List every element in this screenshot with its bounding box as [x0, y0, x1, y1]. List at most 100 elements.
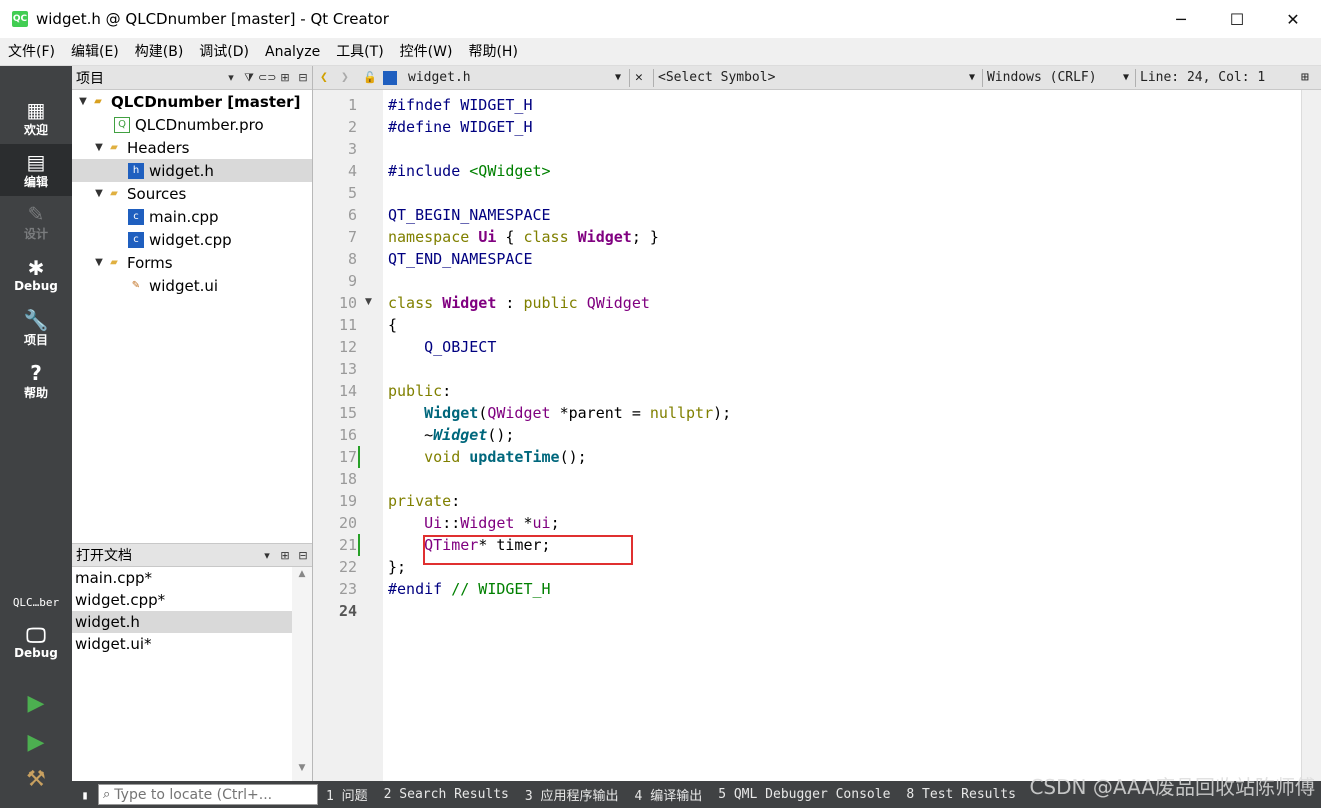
project-pane-header: 项目 ▾ ⧩ ⊂⊃ ⊞ ⊟ — [72, 66, 312, 90]
back-arrow-icon[interactable]: ❮ — [320, 66, 328, 90]
line-ending-dropdown-icon[interactable]: ▼ — [1123, 66, 1129, 90]
mode-projects[interactable]: 🔧 项目 — [0, 302, 72, 354]
close-pane-icon[interactable]: ⊟ — [294, 71, 312, 84]
menu-widgets[interactable]: 控件(W) — [392, 38, 461, 66]
close-document-icon[interactable]: ✕ — [635, 66, 643, 90]
chevron-down-icon[interactable]: ▼ — [76, 96, 90, 107]
maximize-button[interactable]: ☐ — [1209, 0, 1265, 38]
cursor-position[interactable]: Line: 24, Col: 1 — [1140, 66, 1265, 90]
line-ending-selector[interactable]: Windows (CRLF) — [987, 66, 1097, 90]
line-number: 19 — [338, 492, 357, 510]
tree-item-pro[interactable]: Q QLCDnumber.pro — [72, 113, 312, 136]
play-icon: ▶ — [27, 690, 45, 716]
split-icon[interactable]: ⊞ — [276, 71, 294, 84]
locator[interactable]: ⌕ — [98, 784, 318, 805]
close-button[interactable]: ✕ — [1265, 0, 1321, 38]
split-icon[interactable]: ⊞ — [276, 549, 294, 562]
chevron-down-icon[interactable]: ▼ — [92, 257, 106, 268]
mode-debug-label: Debug — [14, 279, 58, 293]
link-icon[interactable]: ⊂⊃ — [258, 71, 276, 84]
menu-build[interactable]: 构建(B) — [127, 38, 192, 66]
scroll-up-icon[interactable]: ▲ — [292, 569, 312, 585]
chevron-down-icon[interactable]: ▼ — [92, 188, 106, 199]
run-button[interactable]: ▶ — [24, 690, 48, 716]
editor-vertical-scrollbar[interactable] — [1301, 90, 1321, 781]
current-file-selector[interactable]: widget.h — [408, 66, 471, 90]
output-tab-issues[interactable]: 1 问题 — [318, 785, 376, 804]
line-number: 6 — [347, 206, 357, 224]
kit-selector[interactable]: 🖵 Debug — [0, 616, 72, 668]
line-number: 14 — [338, 382, 357, 400]
line-number: 20 — [338, 514, 357, 532]
tree-item-main-cpp[interactable]: c main.cpp — [72, 205, 312, 228]
mode-projects-label: 项目 — [23, 332, 48, 347]
menu-tools[interactable]: 工具(T) — [328, 38, 391, 66]
mode-help-label: 帮助 — [23, 385, 48, 400]
header-file-icon: h — [128, 162, 144, 179]
locator-input[interactable] — [114, 786, 305, 803]
folder-icon: ▰ — [110, 257, 118, 268]
tree-item-widget-h[interactable]: h widget.h — [72, 159, 312, 182]
fold-arrow-icon[interactable]: ▼ — [365, 297, 372, 307]
code-editor[interactable]: #ifndef WIDGET_H #define WIDGET_H #inclu… — [384, 90, 1301, 781]
dropdown-icon[interactable]: ▾ — [258, 549, 276, 562]
search-icon: ⌕ — [103, 787, 111, 802]
close-pane-icon[interactable]: ⊟ — [294, 549, 312, 562]
mode-edit[interactable]: ▤ 编辑 — [0, 144, 72, 196]
monitor-icon: 🖵 — [26, 623, 46, 647]
output-tab-application-output[interactable]: 3 应用程序输出 — [517, 785, 627, 804]
tree-folder-sources[interactable]: ▼ ▰ Sources — [72, 182, 312, 205]
chevron-down-icon[interactable]: ▼ — [92, 142, 106, 153]
open-doc-widget-ui[interactable]: widget.ui* — [72, 633, 292, 655]
menu-file[interactable]: 文件(F) — [0, 38, 63, 66]
menu-bar: 文件(F) 编辑(E) 构建(B) 调试(D) Analyze 工具(T) 控件… — [0, 38, 1321, 66]
dropdown-icon[interactable]: ▾ — [222, 71, 240, 84]
tree-item-widget-cpp[interactable]: c widget.cpp — [72, 228, 312, 251]
menu-analyze[interactable]: Analyze — [257, 38, 328, 66]
tree-folder-forms[interactable]: ▼ ▰ Forms — [72, 251, 312, 274]
target-project-label: QLC…ber — [12, 596, 60, 609]
tree-root[interactable]: ▼ ▰ QLCDnumber [master] — [72, 90, 312, 113]
toolbar-separator — [653, 69, 654, 87]
mode-welcome[interactable]: ▦ 欢迎 — [0, 92, 72, 144]
file-dropdown-icon[interactable]: ▼ — [615, 66, 621, 90]
project-pane-title[interactable]: 项目 — [76, 68, 222, 88]
open-doc-widget-h[interactable]: widget.h — [72, 611, 292, 633]
open-doc-main-cpp[interactable]: main.cpp* — [72, 567, 292, 589]
open-doc-widget-cpp[interactable]: widget.cpp* — [72, 589, 292, 611]
forward-arrow-icon[interactable]: ❯ — [341, 66, 349, 90]
project-folder-icon: ▰ — [94, 96, 102, 107]
code-line-2: #define WIDGET_H — [388, 118, 533, 136]
open-documents-scrollbar[interactable]: ▲ ▼ — [292, 567, 312, 781]
mode-design[interactable]: ✎ 设计 — [0, 196, 72, 248]
menu-edit[interactable]: 编辑(E) — [63, 38, 127, 66]
output-tab-search-results[interactable]: 2 Search Results — [376, 787, 517, 802]
symbol-dropdown-icon[interactable]: ▼ — [969, 66, 975, 90]
mode-debug[interactable]: ✱ Debug — [0, 249, 72, 301]
scroll-down-icon[interactable]: ▼ — [292, 763, 312, 779]
line-number: 10 — [338, 294, 357, 312]
output-tab-qml-debugger[interactable]: 5 QML Debugger Console — [710, 787, 898, 802]
code-line-20: Ui::Widget *ui; — [424, 514, 560, 532]
minimize-button[interactable]: ─ — [1153, 0, 1209, 38]
grid-icon: ▦ — [26, 97, 46, 122]
bug-icon: ✱ — [27, 256, 45, 280]
header-file-icon — [383, 71, 397, 85]
filter-icon[interactable]: ⧩ — [240, 71, 258, 85]
tree-folder-headers[interactable]: ▼ ▰ Headers — [72, 136, 312, 159]
menu-help[interactable]: 帮助(H) — [460, 38, 525, 66]
build-button[interactable]: ⚒ — [24, 766, 48, 792]
mode-help[interactable]: ? 帮助 — [0, 355, 72, 407]
tree-item-widget-ui[interactable]: ✎ widget.ui — [72, 274, 312, 297]
menu-debug[interactable]: 调试(D) — [191, 38, 257, 66]
debug-run-button[interactable]: ▶ — [24, 729, 48, 755]
split-editor-icon[interactable]: ⊞ — [1301, 66, 1309, 90]
toolbar-separator — [629, 69, 630, 87]
output-tab-compile-output[interactable]: 4 编译输出 — [627, 785, 711, 804]
open-documents-title[interactable]: 打开文档 — [76, 545, 258, 565]
toggle-sidebar-icon[interactable]: ▮ — [72, 781, 98, 808]
output-tab-test-results[interactable]: 8 Test Results — [898, 787, 1024, 802]
code-line-4: #include <QWidget> — [388, 162, 551, 180]
symbol-selector[interactable]: <Select Symbol> — [658, 66, 775, 90]
window-controls: ─ ☐ ✕ — [1153, 0, 1321, 38]
